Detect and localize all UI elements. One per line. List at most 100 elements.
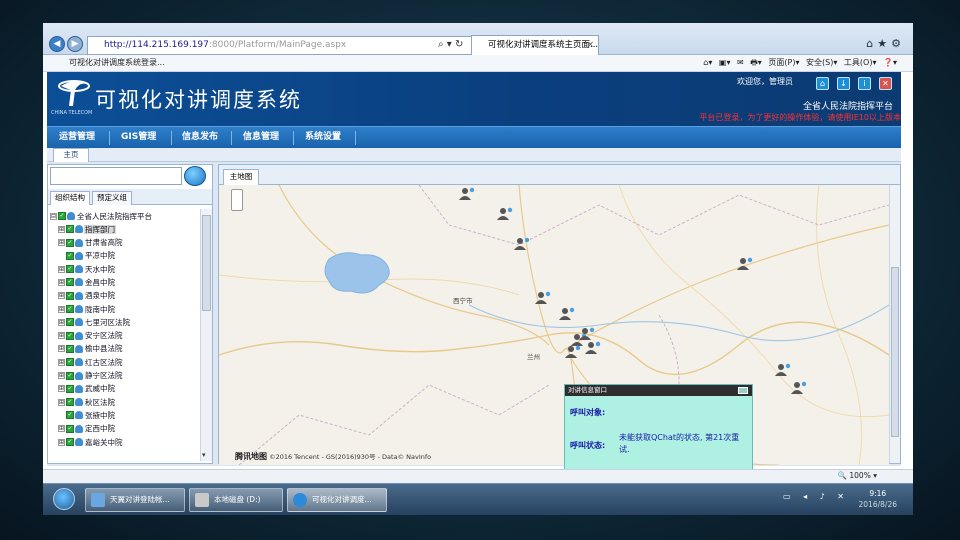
tree-scrollbar[interactable]: ▾ (200, 209, 212, 461)
zoom-control[interactable] (231, 189, 243, 211)
expand-toggle-icon[interactable]: ⊞ (58, 372, 65, 380)
start-button[interactable] (53, 488, 75, 510)
tree-checkbox[interactable]: ✓ (66, 331, 74, 340)
expand-toggle-icon[interactable]: ⊞ (58, 358, 65, 366)
tab-predefined-groups[interactable]: 预定义组 (92, 191, 132, 205)
tree-node[interactable]: ⊞ ✓ 指挥部门 (48, 222, 198, 235)
tree-checkbox[interactable]: ✓ (66, 424, 74, 433)
tree-checkbox[interactable]: ✓ (66, 411, 74, 420)
menu-publish[interactable]: 信息发布 (182, 127, 218, 149)
tree-checkbox[interactable]: ✓ (66, 265, 74, 274)
tree-node[interactable]: ⊞ ✓ 陇南中院 (48, 302, 198, 315)
tree-node[interactable]: ⊞ ✓ 榆中县法院 (48, 342, 198, 355)
address-actions[interactable]: ⌕ ▾ ↻ (438, 36, 463, 54)
tab-home[interactable]: 主页 (53, 148, 89, 162)
download-icon[interactable]: ↓ (837, 77, 850, 90)
user-location-marker[interactable] (559, 307, 577, 321)
tree-checkbox[interactable]: ✓ (66, 225, 74, 234)
tree-node[interactable]: ⊞ ✓ 静宁区法院 (48, 369, 198, 382)
expand-toggle-icon[interactable]: ⊞ (58, 425, 65, 433)
menu-gis[interactable]: GIS管理 (121, 127, 156, 149)
user-location-marker[interactable] (791, 381, 809, 395)
tree-node[interactable]: ⊞ ✓ 甘肃省高院 (48, 236, 198, 249)
tree-checkbox[interactable]: ✓ (66, 251, 74, 260)
expand-toggle-icon[interactable]: ⊞ (58, 318, 65, 326)
expand-toggle-icon[interactable]: ⊞ (58, 385, 65, 393)
tree-checkbox[interactable]: ✓ (66, 398, 74, 407)
expand-toggle-icon[interactable]: ⊞ (58, 305, 65, 313)
tree-node[interactable]: ⊞ ✓ 七里河区法院 (48, 315, 198, 328)
menu-info[interactable]: 信息管理 (243, 127, 279, 149)
home-icon[interactable]: ⌂ (816, 77, 829, 90)
user-location-marker[interactable] (459, 187, 477, 201)
command-bar[interactable]: ⌂▾ ▣▾ ✉ 🖶▾ 页面(P)▾ 安全(S)▾ 工具(O)▾ ❓▾ (703, 55, 897, 71)
expand-toggle-icon[interactable]: ⊞ (58, 292, 65, 300)
tree-checkbox[interactable]: ✓ (58, 212, 66, 220)
back-button[interactable]: ◀ (49, 36, 65, 52)
scroll-down-icon[interactable]: ▾ (202, 451, 206, 459)
expand-toggle-icon[interactable]: ⊞ (58, 345, 65, 353)
expand-toggle-icon[interactable]: ⊞ (58, 265, 65, 273)
search-button[interactable] (184, 166, 206, 186)
task-local-disk[interactable]: 本地磁盘 (D:) (189, 488, 283, 512)
tree-node[interactable]: ⊞ ✓ 金昌中院 (48, 275, 198, 288)
scrollbar-thumb[interactable] (202, 215, 211, 311)
tree-node[interactable]: ⊞ ✓ 秋区法院 (48, 395, 198, 408)
tree-node[interactable]: ⊟ ✓ 全省人民法院指挥平台 (48, 209, 198, 222)
tree-node[interactable]: ⊞ ✓ 天水中院 (48, 262, 198, 275)
expand-toggle-icon[interactable]: ⊞ (58, 438, 65, 446)
map-scrollbar[interactable] (889, 185, 900, 463)
user-location-marker[interactable] (579, 327, 597, 341)
task-qchat-login[interactable]: 天翼对讲登陆帐... (85, 488, 185, 512)
tab-main-map[interactable]: 主地图 (223, 169, 259, 185)
user-location-marker[interactable] (775, 363, 793, 377)
user-location-marker[interactable] (565, 345, 583, 359)
tree-checkbox[interactable]: ✓ (66, 291, 74, 300)
tree-checkbox[interactable]: ✓ (66, 384, 74, 393)
tab-org-structure[interactable]: 组织结构 (50, 191, 90, 205)
expand-toggle-icon[interactable]: ⊞ (58, 398, 65, 406)
tree-node[interactable]: ✓ 张掖中院 (48, 408, 198, 421)
scrollbar-thumb[interactable] (891, 267, 899, 437)
expand-toggle-icon[interactable]: ⊞ (58, 278, 65, 286)
expand-toggle-icon[interactable]: ⊞ (58, 225, 65, 233)
tree-node[interactable]: ⊞ ✓ 武威中院 (48, 382, 198, 395)
expand-toggle-icon[interactable]: ⊟ (50, 212, 57, 220)
user-location-marker[interactable] (514, 237, 532, 251)
close-tab-icon[interactable]: × (587, 36, 594, 54)
tree-node[interactable]: ⊞ ✓ 嘉峪关中院 (48, 435, 198, 448)
system-tray[interactable]: ▭ ◂ ♪ ✕ (783, 492, 849, 501)
tree-node[interactable]: ⊞ ✓ 定西中院 (48, 422, 198, 435)
user-location-marker[interactable] (585, 341, 603, 355)
tree-checkbox[interactable]: ✓ (66, 371, 74, 380)
tree-checkbox[interactable]: ✓ (66, 344, 74, 353)
info-icon[interactable]: i (858, 77, 871, 90)
address-bar[interactable]: http://114.215.169.197:8000/Platform/Mai… (87, 36, 475, 55)
task-dispatch-system[interactable]: 可视化对讲调度... (287, 488, 387, 512)
tree-node[interactable]: ✓ 平凉中院 (48, 249, 198, 262)
menu-operations[interactable]: 运营管理 (59, 127, 95, 149)
tree-checkbox[interactable]: ✓ (66, 305, 74, 314)
tools-menu[interactable]: 工具(O) (844, 58, 873, 67)
expand-toggle-icon[interactable]: ⊞ (58, 239, 65, 247)
safety-menu[interactable]: 安全(S) (806, 58, 833, 67)
clock[interactable]: 9:16 2016/8/26 (859, 488, 897, 510)
expand-toggle-icon[interactable]: ⊞ (58, 332, 65, 340)
user-location-marker[interactable] (535, 291, 553, 305)
minimize-icon[interactable] (738, 387, 748, 394)
tree-checkbox[interactable]: ✓ (66, 318, 74, 327)
zoom-level[interactable]: 🔍 100% ▾ (838, 471, 877, 480)
menu-settings[interactable]: 系统设置 (305, 127, 341, 149)
map-canvas[interactable]: 西宁市 兰州 腾讯地图 ©2016 Tencent - GS(2016)930号… (219, 185, 889, 465)
forward-button[interactable]: ▶ (67, 36, 83, 52)
tree-checkbox[interactable]: ✓ (66, 278, 74, 287)
search-input[interactable] (50, 167, 182, 185)
tree-node[interactable]: ⊞ ✓ 红古区法院 (48, 355, 198, 368)
tree-checkbox[interactable]: ✓ (66, 438, 74, 447)
user-location-marker[interactable] (737, 257, 755, 271)
favorite-link[interactable]: 可视化对讲调度系统登录... (69, 55, 165, 71)
browser-tab[interactable]: 可视化对讲调度系统主页面... × (471, 35, 599, 55)
tree-node[interactable]: ⊞ ✓ 安宁区法院 (48, 329, 198, 342)
tree-checkbox[interactable]: ✓ (66, 358, 74, 367)
tree-checkbox[interactable]: ✓ (66, 238, 74, 247)
